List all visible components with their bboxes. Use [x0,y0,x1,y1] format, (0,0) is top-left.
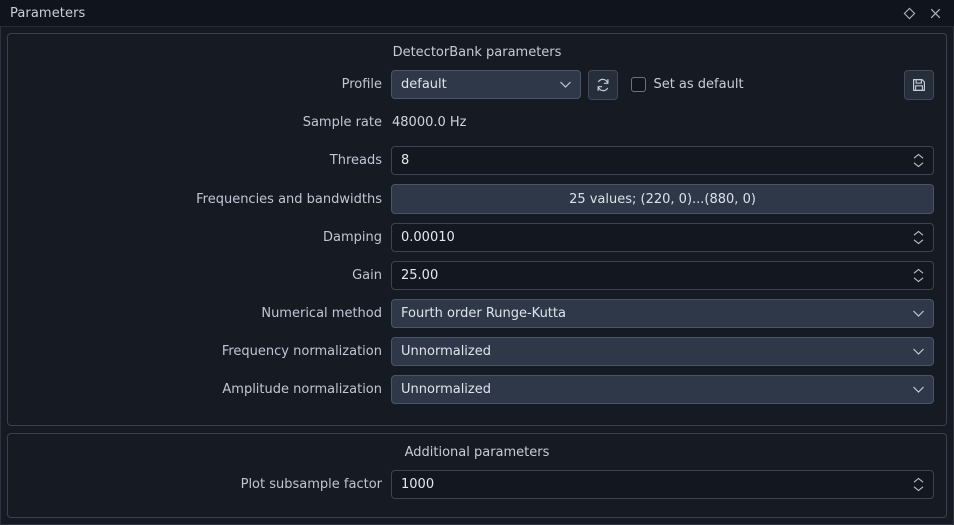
detectorbank-parameters-group: DetectorBank parameters Profile default [7,33,947,426]
plot-subsample-factor-value: 1000 [401,477,435,492]
damping-row: Damping 0.00010 [20,222,934,253]
sample-rate-value: 48000.0 Hz [392,115,467,130]
additional-group-title: Additional parameters [404,445,550,460]
threads-spinbox[interactable]: 8 [391,146,934,175]
frequency-normalization-row: Frequency normalization Unnormalized [20,336,934,367]
frequencies-bandwidths-summary: 25 values; (220, 0)...(880, 0) [569,191,756,207]
gain-spinner-arrows[interactable] [910,262,926,289]
parameters-content: DetectorBank parameters Profile default [0,27,954,525]
amplitude-normalization-field: Unnormalized [391,375,934,404]
chevron-up-icon[interactable] [912,153,925,160]
plot-subsample-factor-row: Plot subsample factor 1000 [20,469,934,500]
sample-rate-field: 48000.0 Hz [391,115,934,130]
profile-label: Profile [341,77,382,92]
float-window-button[interactable] [896,2,922,24]
plot-subsample-factor-spinner-arrows[interactable] [910,471,926,498]
damping-spinbox[interactable]: 0.00010 [391,223,934,252]
threads-field: 8 [391,146,934,175]
profile-field-group: default Set as default [391,69,934,100]
plot-subsample-factor-spinbox[interactable]: 1000 [391,470,934,499]
damping-label: Damping [323,230,382,245]
amplitude-normalization-row: Amplitude normalization Unnormalized [20,374,934,405]
gain-label: Gain [352,268,382,283]
numerical-method-field: Fourth order Runge-Kutta [391,299,934,328]
threads-label: Threads [329,153,382,168]
gain-spinbox[interactable]: 25.00 [391,261,934,290]
numerical-method-select[interactable]: Fourth order Runge-Kutta [391,299,934,328]
frequency-normalization-value: Unnormalized [401,344,491,359]
frequency-normalization-select[interactable]: Unnormalized [391,337,934,366]
set-as-default-label: Set as default [653,77,744,92]
plot-subsample-factor-field: 1000 [391,470,934,499]
profile-row: Profile default Set as default [20,69,934,100]
gain-row: Gain 25.00 [20,260,934,291]
gain-field: 25.00 [391,261,934,290]
chevron-down-icon[interactable] [912,276,925,283]
damping-spinner-arrows[interactable] [910,224,926,251]
window-titlebar: Parameters [0,0,954,27]
frequencies-bandwidths-label: Frequencies and bandwidths [196,191,382,207]
diamond-icon [903,7,915,19]
chevron-down-icon [912,338,925,365]
frequencies-bandwidths-button[interactable]: 25 values; (220, 0)...(880, 0) [391,184,934,214]
close-icon [930,8,940,18]
profile-selected-value: default [401,77,447,92]
gain-value: 25.00 [401,268,439,283]
chevron-down-icon[interactable] [912,485,925,492]
plot-subsample-factor-label: Plot subsample factor [240,477,382,492]
numerical-method-value: Fourth order Runge-Kutta [401,306,566,321]
detectorbank-group-title: DetectorBank parameters [392,45,562,60]
save-profile-button[interactable] [904,69,934,100]
frequency-normalization-field: Unnormalized [391,337,934,366]
sample-rate-label: Sample rate [302,115,382,130]
chevron-up-icon[interactable] [912,477,925,484]
profile-select[interactable]: default [391,70,582,99]
chevron-down-icon[interactable] [912,238,925,245]
frequency-normalization-label: Frequency normalization [221,344,382,359]
amplitude-normalization-value: Unnormalized [401,382,491,397]
threads-row: Threads 8 [20,145,934,176]
refresh-icon [597,78,609,91]
refresh-profiles-button[interactable] [588,69,619,100]
set-as-default-checkbox[interactable]: Set as default [631,77,744,92]
chevron-down-icon [559,71,572,98]
parameters-window: Parameters DetectorBank parameters Profi… [0,0,954,525]
damping-value: 0.00010 [401,230,455,245]
frequencies-bandwidths-field: 25 values; (220, 0)...(880, 0) [391,184,934,214]
chevron-up-icon[interactable] [912,230,925,237]
threads-spinner-arrows[interactable] [910,147,926,174]
chevron-up-icon[interactable] [912,268,925,275]
window-title: Parameters [10,5,86,21]
checkbox-box [631,77,647,92]
additional-parameters-group: Additional parameters Plot subsample fac… [7,433,947,518]
damping-field: 0.00010 [391,223,934,252]
frequencies-bandwidths-row: Frequencies and bandwidths 25 values; (2… [20,183,934,215]
chevron-down-icon [912,376,925,403]
sample-rate-row: Sample rate 48000.0 Hz [20,107,934,138]
numerical-method-row: Numerical method Fourth order Runge-Kutt… [20,298,934,329]
threads-value: 8 [401,153,410,168]
chevron-down-icon[interactable] [912,161,925,168]
chevron-down-icon [912,300,925,327]
numerical-method-label: Numerical method [261,306,382,321]
amplitude-normalization-select[interactable]: Unnormalized [391,375,934,404]
save-icon [913,78,925,91]
close-window-button[interactable] [922,2,948,24]
amplitude-normalization-label: Amplitude normalization [222,382,382,397]
